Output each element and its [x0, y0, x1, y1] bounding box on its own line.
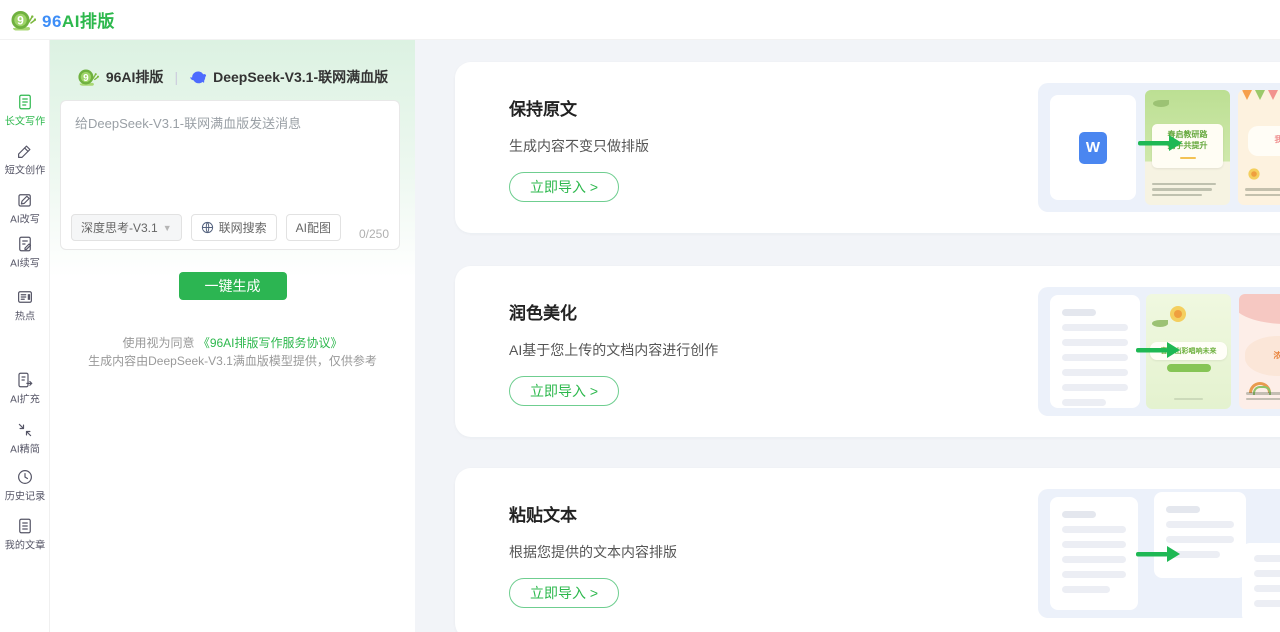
card-illustration: W 春启教研路 携手共提升 我	[1038, 83, 1280, 212]
deep-think-dropdown[interactable]: 深度思考-V3.1 ▼	[71, 214, 182, 241]
newspaper-icon	[18, 291, 32, 303]
word-doc-thumbnail: W	[1050, 95, 1136, 200]
continue-doc-icon	[19, 236, 32, 252]
word-file-icon: W	[1079, 131, 1107, 164]
expand-doc-icon	[18, 372, 33, 388]
card-polish-beautify: 润色美化 AI基于您上传的文档内容进行创作 立即导入 > 音你出彩唱响未来 浓情	[455, 266, 1280, 437]
card-title: 润色美化	[509, 304, 577, 323]
card-title: 粘贴文本	[509, 506, 577, 525]
transform-arrow-icon	[1138, 135, 1182, 151]
top-header: 9 96AI排版	[0, 0, 1280, 40]
header-divider: |	[174, 69, 179, 85]
card-illustration: 音你出彩唱响未来 浓情	[1038, 287, 1280, 416]
card-title: 保持原文	[509, 100, 577, 119]
import-now-button[interactable]: 立即导入 >	[509, 172, 620, 202]
composer-header: 9 96AI排版 | DeepSeek-V3.1-联网满血版	[50, 67, 415, 87]
app-title: 96AI排版	[42, 12, 115, 31]
generate-button[interactable]: 一键生成	[178, 272, 287, 300]
transform-arrow-icon	[1136, 342, 1180, 358]
sidebar: 长文写作 短文创作 AI改写 AI续写 热点 AI扩充 AI精简 历史记录 我的…	[0, 40, 50, 632]
sidebar-item-ai-expand[interactable]: AI扩充	[0, 371, 50, 407]
card-desc: AI基于您上传的文档内容进行创作	[509, 342, 719, 358]
card-illustration	[1038, 489, 1280, 618]
formatted-doc-thumbnail	[1242, 543, 1280, 618]
pencil-icon	[18, 145, 31, 158]
deepseek-whale-icon	[190, 70, 207, 83]
poster-preview-pink: 浓情	[1239, 294, 1280, 409]
char-counter: 0/250	[358, 227, 389, 241]
web-search-toggle[interactable]: 联网搜索	[190, 214, 277, 241]
composer-brand: 96AI排版	[105, 69, 164, 85]
agreement-line: 使用视为同意 《96AI排版写作服务协议》	[122, 336, 343, 350]
model-disclaimer: 生成内容由DeepSeek-V3.1满血版模型提供，仅供参考	[88, 354, 377, 368]
app-logo: 9 96AI排版	[10, 7, 115, 32]
history-clock-icon	[18, 470, 32, 484]
shrink-icon	[18, 423, 32, 437]
snail-logo-icon: 9	[11, 10, 36, 30]
import-options-area: 保持原文 生成内容不变只做排版 立即导入 > W 春启教研路 携手共提升 我 润…	[415, 40, 1280, 632]
chevron-down-icon: ▼	[162, 222, 172, 233]
import-now-button[interactable]: 立即导入 >	[509, 376, 620, 406]
long-text-icon	[19, 94, 31, 110]
poster-preview-orange: 我们	[1238, 90, 1280, 205]
my-articles-icon	[19, 518, 31, 534]
ai-image-toggle[interactable]: AI配图	[285, 214, 341, 241]
svg-text:9: 9	[17, 13, 24, 27]
text-doc-thumbnail	[1050, 295, 1140, 408]
globe-icon	[201, 221, 213, 234]
sidebar-item-ai-continue[interactable]: AI续写	[0, 235, 50, 271]
sidebar-item-my-articles[interactable]: 我的文章	[0, 517, 50, 553]
sidebar-item-hot-topics[interactable]: 热点	[0, 288, 50, 324]
composer-panel: 9 96AI排版 | DeepSeek-V3.1-联网满血版 深度思考-V3.1…	[50, 40, 415, 632]
edit-square-icon	[18, 194, 31, 207]
card-keep-original: 保持原文 生成内容不变只做排版 立即导入 > W 春启教研路 携手共提升 我	[455, 62, 1280, 233]
transform-arrow-icon	[1136, 546, 1180, 562]
card-desc: 根据您提供的文本内容排版	[509, 544, 677, 560]
sidebar-item-long-text[interactable]: 长文写作	[0, 86, 50, 135]
sidebar-item-ai-rewrite[interactable]: AI改写	[0, 191, 50, 227]
svg-text:9: 9	[83, 73, 89, 84]
sidebar-item-short-text[interactable]: 短文创作	[0, 142, 50, 178]
sidebar-item-ai-simplify[interactable]: AI精简	[0, 421, 50, 457]
text-doc-thumbnail	[1050, 497, 1138, 610]
service-agreement-link[interactable]: 《96AI排版写作服务协议》	[198, 336, 343, 350]
formatted-doc-thumbnail	[1154, 492, 1246, 578]
card-desc: 生成内容不变只做排版	[509, 138, 649, 154]
card-paste-text: 粘贴文本 根据您提供的文本内容排版 立即导入 >	[455, 468, 1280, 632]
message-input[interactable]	[61, 101, 399, 197]
sidebar-item-history[interactable]: 历史记录	[0, 468, 50, 504]
import-now-button[interactable]: 立即导入 >	[509, 578, 620, 608]
composer-box: 深度思考-V3.1 ▼ 联网搜索 AI配图 0/250	[60, 100, 400, 250]
composer-model-name: DeepSeek-V3.1-联网满血版	[213, 69, 389, 85]
snail-logo-icon: 9	[78, 69, 99, 86]
composer-controls: 深度思考-V3.1 ▼ 联网搜索 AI配图 0/250	[71, 214, 389, 241]
